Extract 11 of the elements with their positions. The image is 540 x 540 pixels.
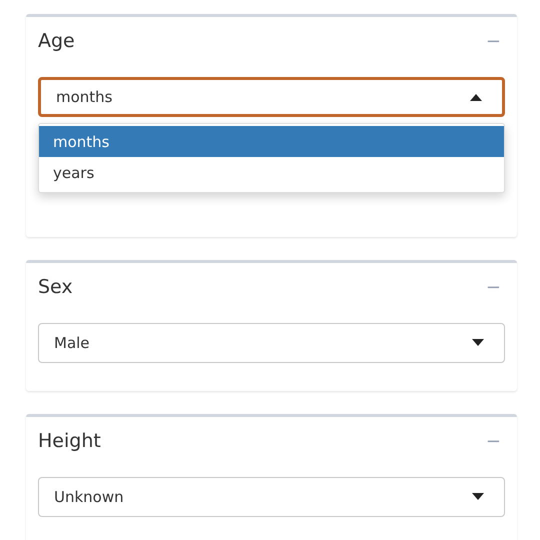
- dropdown-option[interactable]: years: [39, 157, 504, 188]
- caret-icon: [472, 339, 484, 347]
- panel-title: Age: [38, 30, 75, 52]
- caret-icon: [472, 493, 484, 501]
- select-dropdown[interactable]: Male: [38, 323, 505, 363]
- select-dropdown[interactable]: Unknown: [38, 477, 505, 517]
- select-dropdown[interactable]: months: [38, 77, 505, 117]
- panel-title: Height: [38, 430, 101, 452]
- dropdown-option[interactable]: months: [39, 126, 504, 157]
- caret-icon: [470, 93, 482, 101]
- panel-title: Sex: [38, 276, 73, 298]
